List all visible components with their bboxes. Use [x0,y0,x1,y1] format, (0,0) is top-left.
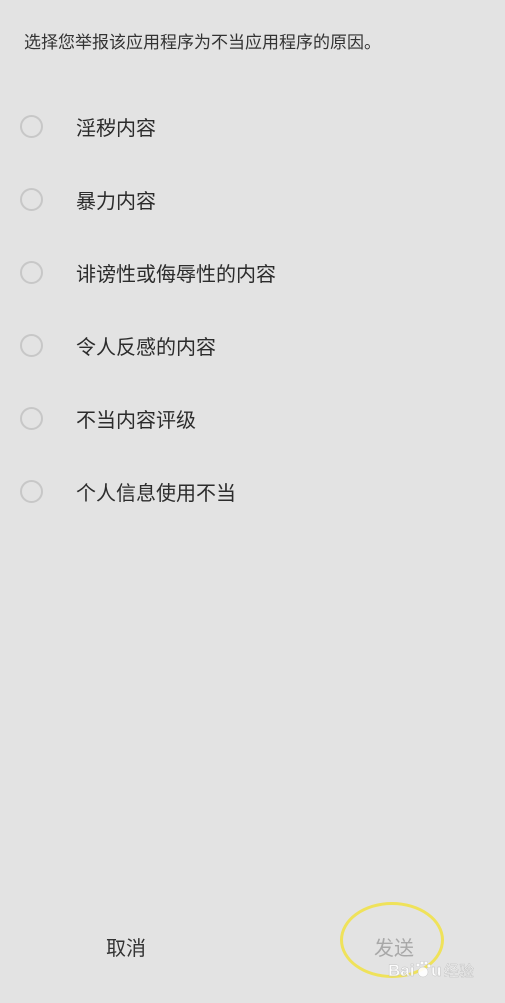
reason-option-label: 暴力内容 [76,189,156,213]
radio-button[interactable] [20,480,43,503]
reason-option-label: 不当内容评级 [76,408,196,432]
reason-option-label: 个人信息使用不当 [76,481,236,505]
reason-option-content-rating[interactable]: 不当内容评级 [0,384,505,457]
dialog-footer: 取消 发送 [0,920,505,976]
radio-button[interactable] [20,188,43,211]
reason-option-personal-info[interactable]: 个人信息使用不当 [0,457,505,530]
reason-option-offensive[interactable]: 令人反感的内容 [0,311,505,384]
reason-option-label: 令人反感的内容 [76,335,216,359]
reason-option-defamatory[interactable]: 诽谤性或侮辱性的内容 [0,238,505,311]
radio-button[interactable] [20,407,43,430]
radio-button[interactable] [20,115,43,138]
reason-option-label: 淫秽内容 [76,116,156,140]
reason-option-violent[interactable]: 暴力内容 [0,165,505,238]
radio-button[interactable] [20,261,43,284]
cancel-button[interactable]: 取消 [96,932,156,964]
reason-option-obscene[interactable]: 淫秽内容 [0,92,505,165]
report-reason-prompt: 选择您举报该应用程序为不当应用程序的原因。 [24,33,381,53]
send-button[interactable]: 发送 [364,932,424,964]
reason-radio-group: 淫秽内容 暴力内容 诽谤性或侮辱性的内容 令人反感的内容 不当内容评级 个人信息… [0,92,505,530]
reason-option-label: 诽谤性或侮辱性的内容 [76,262,276,286]
radio-button[interactable] [20,334,43,357]
